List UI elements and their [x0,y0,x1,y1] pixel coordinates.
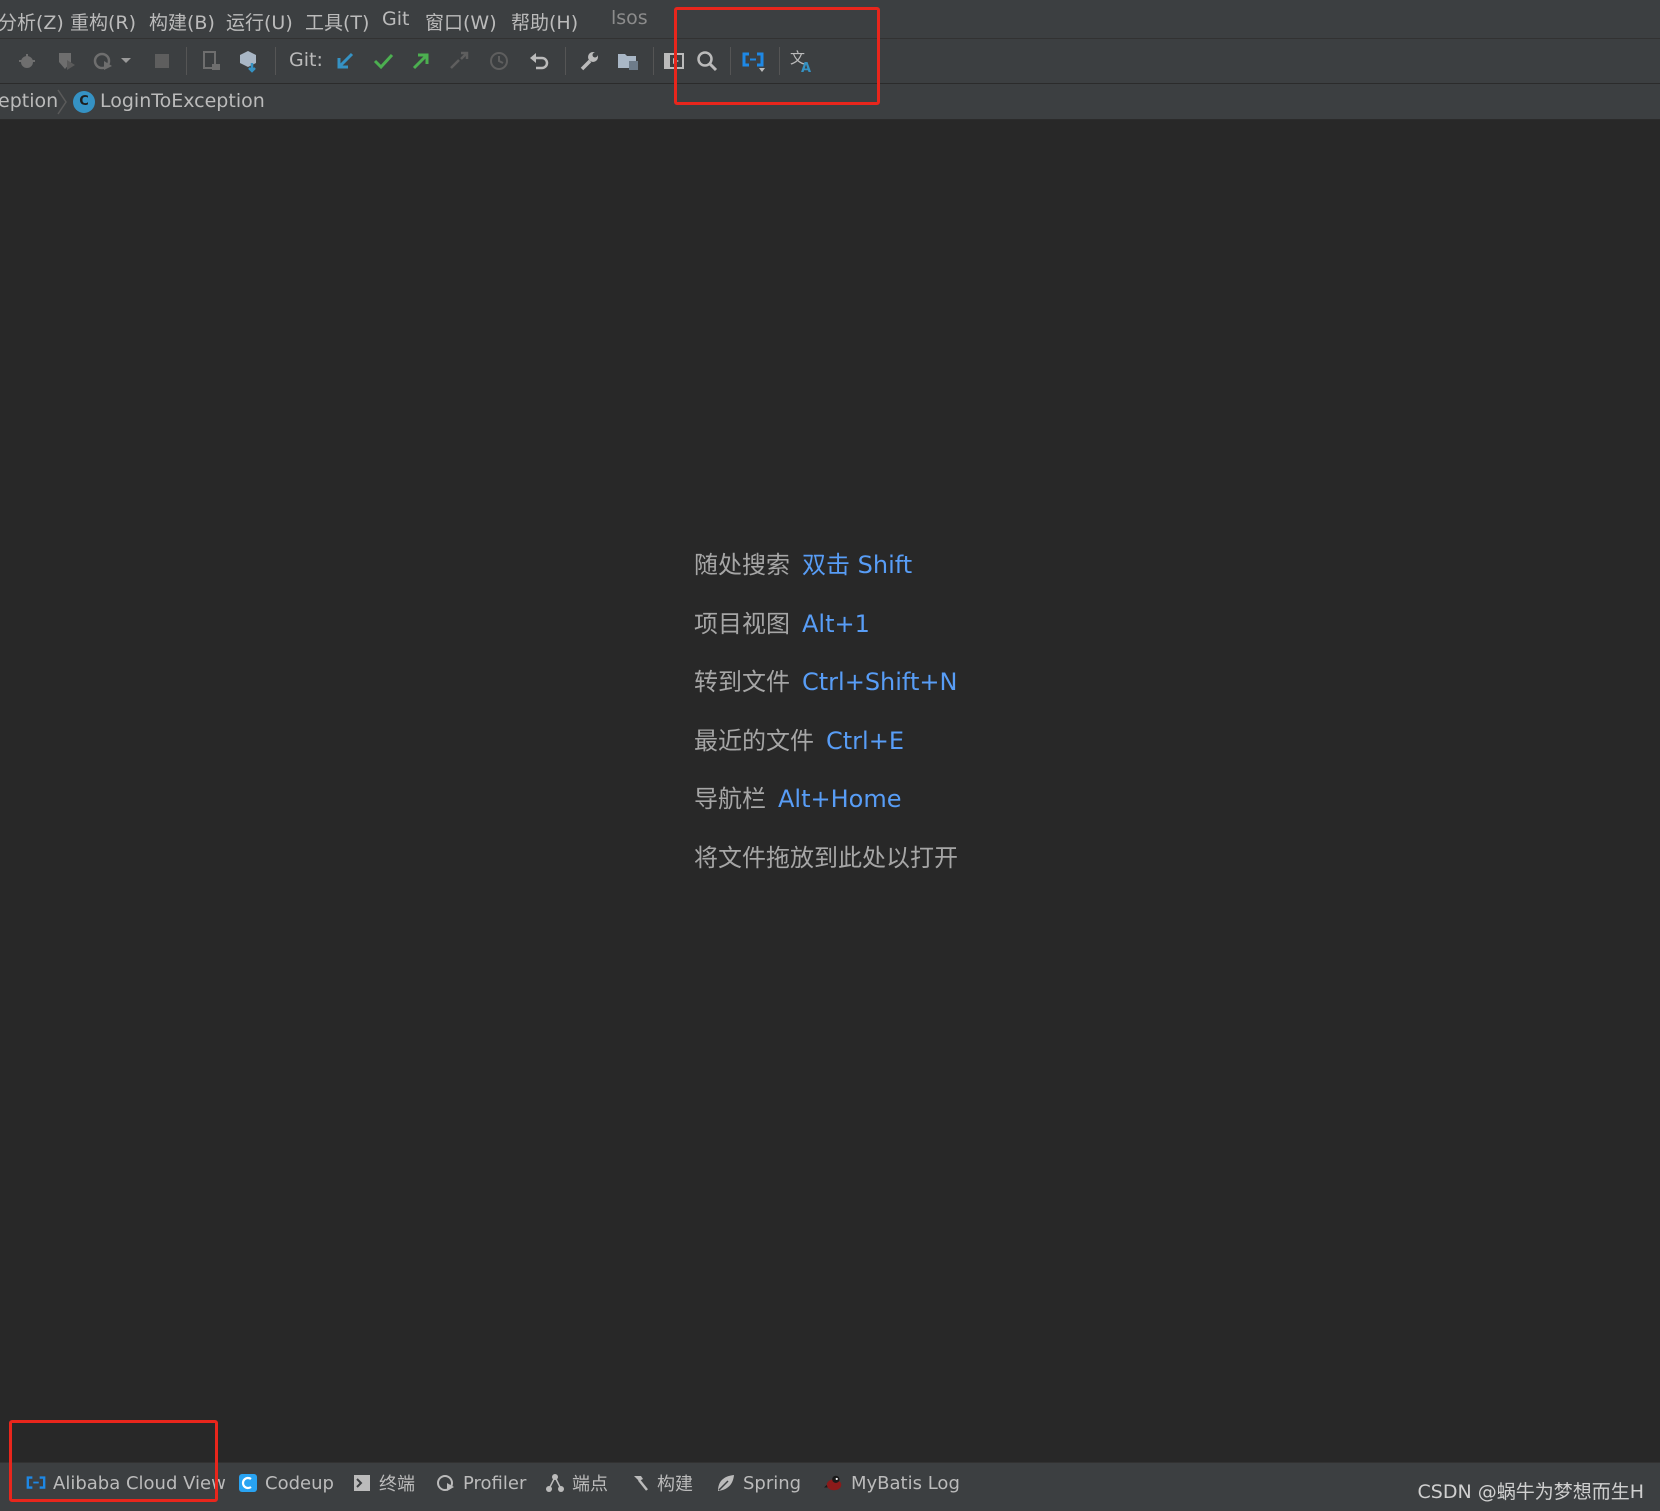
project-structure-icon[interactable] [615,48,641,74]
git-update-icon[interactable] [332,48,358,74]
menu-git[interactable]: Git [382,8,409,30]
chevron-right-icon [56,88,68,120]
svg-text:A: A [801,61,811,74]
git-label: Git: [289,49,323,71]
terminal-icon [352,1473,372,1493]
tool-label: Spring [743,1472,802,1494]
tool-label: Profiler [463,1472,527,1494]
build-artifact-icon[interactable] [236,48,262,74]
breadcrumb-current[interactable]: LoginToException [100,90,265,112]
git-compare-icon[interactable] [446,48,472,74]
tool-label: 终端 [379,1474,415,1495]
menu-tools[interactable]: 工具(T) [305,8,369,35]
alibaba-cloud-icon [26,1473,46,1493]
hint-project-view: 项目视图 Alt+1 [694,604,870,639]
menu-analyze[interactable]: 分析(Z) [0,8,64,35]
breadcrumb: eption C LoginToException [0,84,1660,120]
coverage-icon[interactable] [53,48,79,74]
toolbar-separator [653,47,654,75]
settings-wrench-icon[interactable] [576,48,602,74]
endpoints-icon [545,1473,565,1493]
hint-label: 最近的文件 [694,727,814,755]
git-commit-icon[interactable] [370,48,396,74]
search-icon[interactable] [694,48,720,74]
debug-icon[interactable] [14,48,40,74]
spring-leaf-icon [716,1473,736,1493]
tool-endpoints[interactable]: 端点 [545,1463,608,1503]
profile-icon[interactable] [90,48,116,74]
main-toolbar: Git: 文A [0,39,1660,84]
git-push-icon[interactable] [408,48,434,74]
menu-help[interactable]: 帮助(H) [511,8,578,35]
tool-spring[interactable]: Spring [716,1463,801,1503]
hint-shortcut: Ctrl+Shift+N [802,668,958,696]
hint-label: 转到文件 [694,668,790,696]
presentation-icon[interactable] [661,48,687,74]
toolbar-separator [565,47,566,75]
hammer-icon [630,1473,650,1493]
tool-mybatis-log[interactable]: MyBatis Log [824,1463,960,1503]
tool-terminal[interactable]: 终端 [352,1463,415,1503]
hint-navigation-bar: 导航栏 Alt+Home [694,779,901,814]
watermark: CSDN @蜗牛为梦想而生H [1417,1481,1645,1503]
toolbar-separator [186,47,187,75]
breadcrumb-parent[interactable]: eption [0,90,58,112]
menu-bar: 分析(Z) 重构(R) 构建(B) 运行(U) 工具(T) Git 窗口(W) … [0,0,1660,39]
hint-label: 项目视图 [694,610,790,638]
hint-shortcut: Alt+Home [778,785,902,813]
toolbar-separator [275,47,276,75]
project-title: lsos [611,7,648,29]
device-icon[interactable] [198,48,224,74]
chevron-down-icon[interactable] [118,48,134,74]
profiler-icon [436,1473,456,1493]
tool-codeup[interactable]: Codeup [238,1463,334,1503]
tool-profiler[interactable]: Profiler [436,1463,526,1503]
hint-shortcut: Alt+1 [802,610,870,638]
menu-build[interactable]: 构建(B) [149,8,215,35]
menu-run[interactable]: 运行(U) [226,8,293,35]
editor-empty-area[interactable]: 随处搜索 双击 Shift 项目视图 Alt+1 转到文件 Ctrl+Shift+N … [0,120,1660,1462]
toolbar-separator [730,47,731,75]
hint-recent-files: 最近的文件 Ctrl+E [694,721,904,756]
tool-label: Codeup [265,1472,334,1494]
tool-label: 端点 [572,1474,608,1495]
menu-window[interactable]: 窗口(W) [425,8,497,35]
hint-shortcut: 双击 Shift [802,551,913,579]
hint-label: 导航栏 [694,785,766,813]
hint-search-everywhere: 随处搜索 双击 Shift [694,545,912,580]
alibaba-cloud-icon[interactable] [741,48,767,74]
hint-goto-file: 转到文件 Ctrl+Shift+N [694,662,957,697]
rollback-icon[interactable] [526,48,552,74]
hint-label: 将文件拖放到此处以打开 [694,844,958,872]
tool-alibaba-cloud-view[interactable]: Alibaba Cloud View [26,1463,226,1503]
menu-refactor[interactable]: 重构(R) [70,8,136,35]
tool-label: MyBatis Log [851,1472,960,1494]
stop-icon[interactable] [149,48,175,74]
tool-window-bar: Alibaba Cloud View Codeup 终端 Profiler 端点… [0,1462,1660,1511]
mybatis-bird-icon [824,1473,844,1493]
history-icon[interactable] [486,48,512,74]
tool-build[interactable]: 构建 [630,1463,693,1503]
hint-drop-files: 将文件拖放到此处以打开 [694,838,958,873]
translate-icon[interactable]: 文A [789,48,815,74]
tool-label: Alibaba Cloud View [53,1472,226,1494]
codeup-icon [238,1473,258,1493]
hint-shortcut: Ctrl+E [826,727,904,755]
class-icon: C [73,91,95,113]
hint-label: 随处搜索 [694,551,790,579]
toolbar-separator [779,47,780,75]
tool-label: 构建 [657,1474,693,1495]
